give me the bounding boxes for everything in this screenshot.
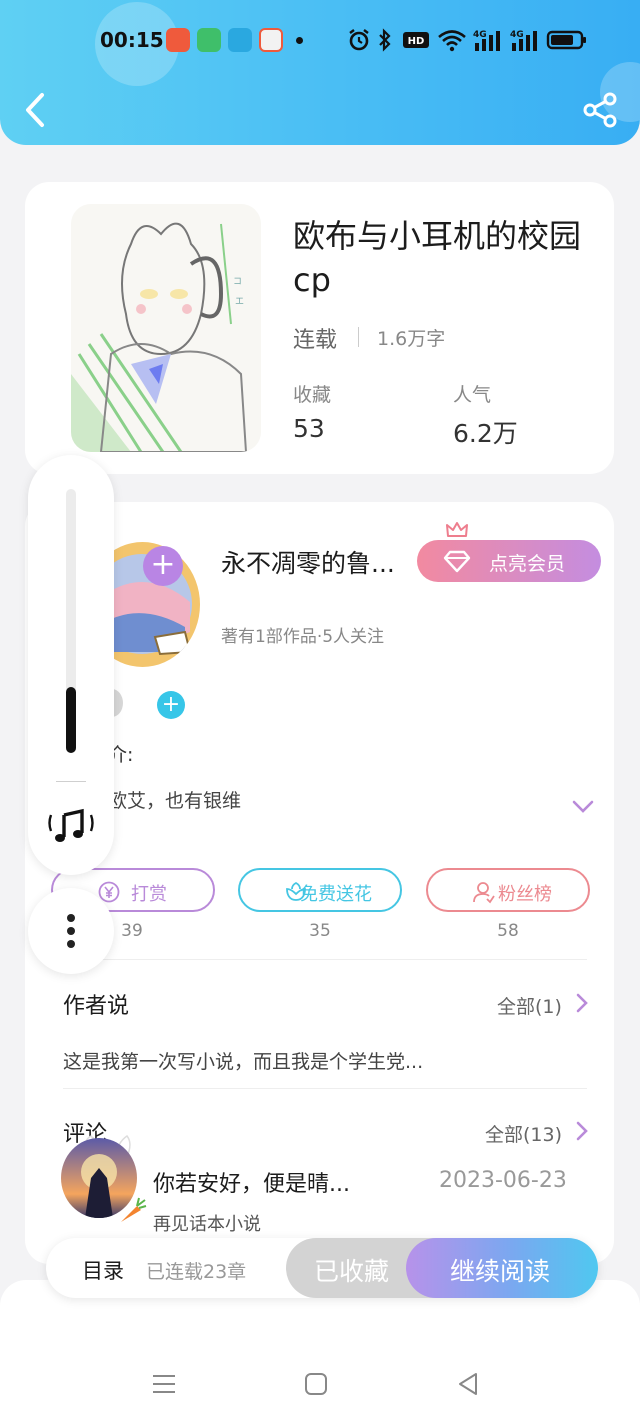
notification-browser-icon [228, 28, 252, 52]
recent-apps-icon[interactable] [150, 1370, 178, 1398]
add-tag-button[interactable]: + [157, 691, 185, 719]
bottom-action-bar: 目录 已连载23章 已收藏 继续阅读 [46, 1238, 598, 1298]
book-info-card: コ エ 欧布与小耳机的校园cp 连载 1.6万字 收藏 53 人气 6.2万 [25, 182, 614, 474]
notification-dot [296, 37, 303, 44]
favorites-count: 53 [293, 414, 325, 443]
floating-volume-panel [28, 455, 114, 875]
music-note-icon[interactable] [48, 805, 94, 847]
commenter-name[interactable]: 你若安好，便是晴... [153, 1166, 350, 1198]
book-status: 连载 [293, 328, 338, 353]
fan-ranking-label: 粉丝榜 [498, 884, 552, 905]
send-flower-button[interactable]: 免费送花 [238, 868, 402, 912]
comment-text[interactable]: 再见话本小说 [153, 1210, 261, 1236]
follow-author-button[interactable]: + [143, 546, 183, 586]
share-button[interactable] [580, 92, 620, 128]
crown-icon [446, 522, 468, 537]
back-button[interactable] [18, 90, 54, 130]
panel-divider [56, 781, 86, 782]
svg-text:4G: 4G [473, 30, 487, 40]
svg-text:エ: エ [235, 297, 244, 307]
author-works-followers: 著有1部作品·5人关注 [221, 627, 385, 647]
svg-text:4G: 4G [510, 30, 524, 40]
back-nav-icon[interactable] [454, 1370, 482, 1398]
flower-count: 35 [309, 921, 331, 941]
expand-intro-chevron-icon[interactable] [571, 799, 595, 815]
section-divider [63, 1088, 587, 1089]
tip-label: 打赏 [131, 884, 167, 905]
book-cover-image[interactable]: コ エ [71, 204, 261, 452]
fan-ranking-button[interactable]: 粉丝榜 [426, 868, 590, 912]
comment-date: 2023-06-23 [439, 1168, 567, 1193]
notification-shield-icon [197, 28, 221, 52]
author-says-text[interactable]: 这是我第一次写小说，而且我是个学生党... [63, 1047, 423, 1074]
send-flower-label: 免费送花 [300, 884, 372, 905]
hd-icon: HD [403, 32, 429, 48]
popularity-count: 6.2万 [453, 419, 518, 448]
comments-all-link[interactable]: 全部(13) [485, 1120, 562, 1147]
favorited-label: 已收藏 [314, 1257, 390, 1286]
author-says-title: 作者说 [63, 994, 130, 1019]
table-of-contents-button[interactable]: 目录 [82, 1255, 124, 1285]
diamond-icon [443, 550, 471, 573]
section-divider [63, 959, 587, 960]
carrot-icon [121, 1197, 147, 1222]
svg-text:HD: HD [408, 36, 425, 47]
chapter-count: 已连载23章 [146, 1261, 247, 1283]
vip-button-label: 点亮会员 [489, 553, 566, 575]
activate-vip-button[interactable]: 点亮会员 [417, 540, 601, 582]
fan-count: 58 [497, 921, 519, 941]
chevron-right-icon[interactable] [575, 1120, 589, 1142]
svg-text:コ: コ [233, 277, 242, 287]
more-options-button[interactable] [28, 888, 114, 974]
notification-58-icon [259, 28, 283, 52]
home-icon[interactable] [302, 1370, 330, 1398]
volume-slider-fill [66, 687, 76, 753]
favorites-label: 收藏 [293, 384, 332, 406]
bluetooth-icon [379, 28, 391, 52]
book-title: 欧布与小耳机的校园cp [293, 217, 582, 299]
signal-4g-icon: 4G [510, 30, 537, 51]
top-header: 00:15 HD 4G 4G [0, 0, 640, 145]
alarm-icon [349, 29, 369, 51]
fan-user-icon [473, 882, 495, 904]
battery-icon [546, 30, 586, 50]
notification-app-icon [166, 28, 190, 52]
popularity-label: 人气 [453, 384, 492, 406]
volume-slider[interactable] [66, 489, 76, 753]
book-word-count: 1.6万字 [377, 328, 446, 350]
wifi-icon [438, 30, 466, 52]
bottom-sheet [0, 1280, 640, 1423]
chevron-right-icon[interactable] [575, 992, 589, 1014]
book-meta-divider [358, 327, 359, 347]
signal-4g-icon: 4G [473, 30, 500, 51]
continue-reading-label: 继续阅读 [450, 1257, 551, 1286]
status-time: 00:15 [100, 28, 164, 52]
continue-reading-button[interactable]: 继续阅读 [406, 1238, 598, 1298]
author-name[interactable]: 永不凋零的鲁... [221, 544, 395, 580]
author-says-all-link[interactable]: 全部(1) [497, 992, 562, 1019]
